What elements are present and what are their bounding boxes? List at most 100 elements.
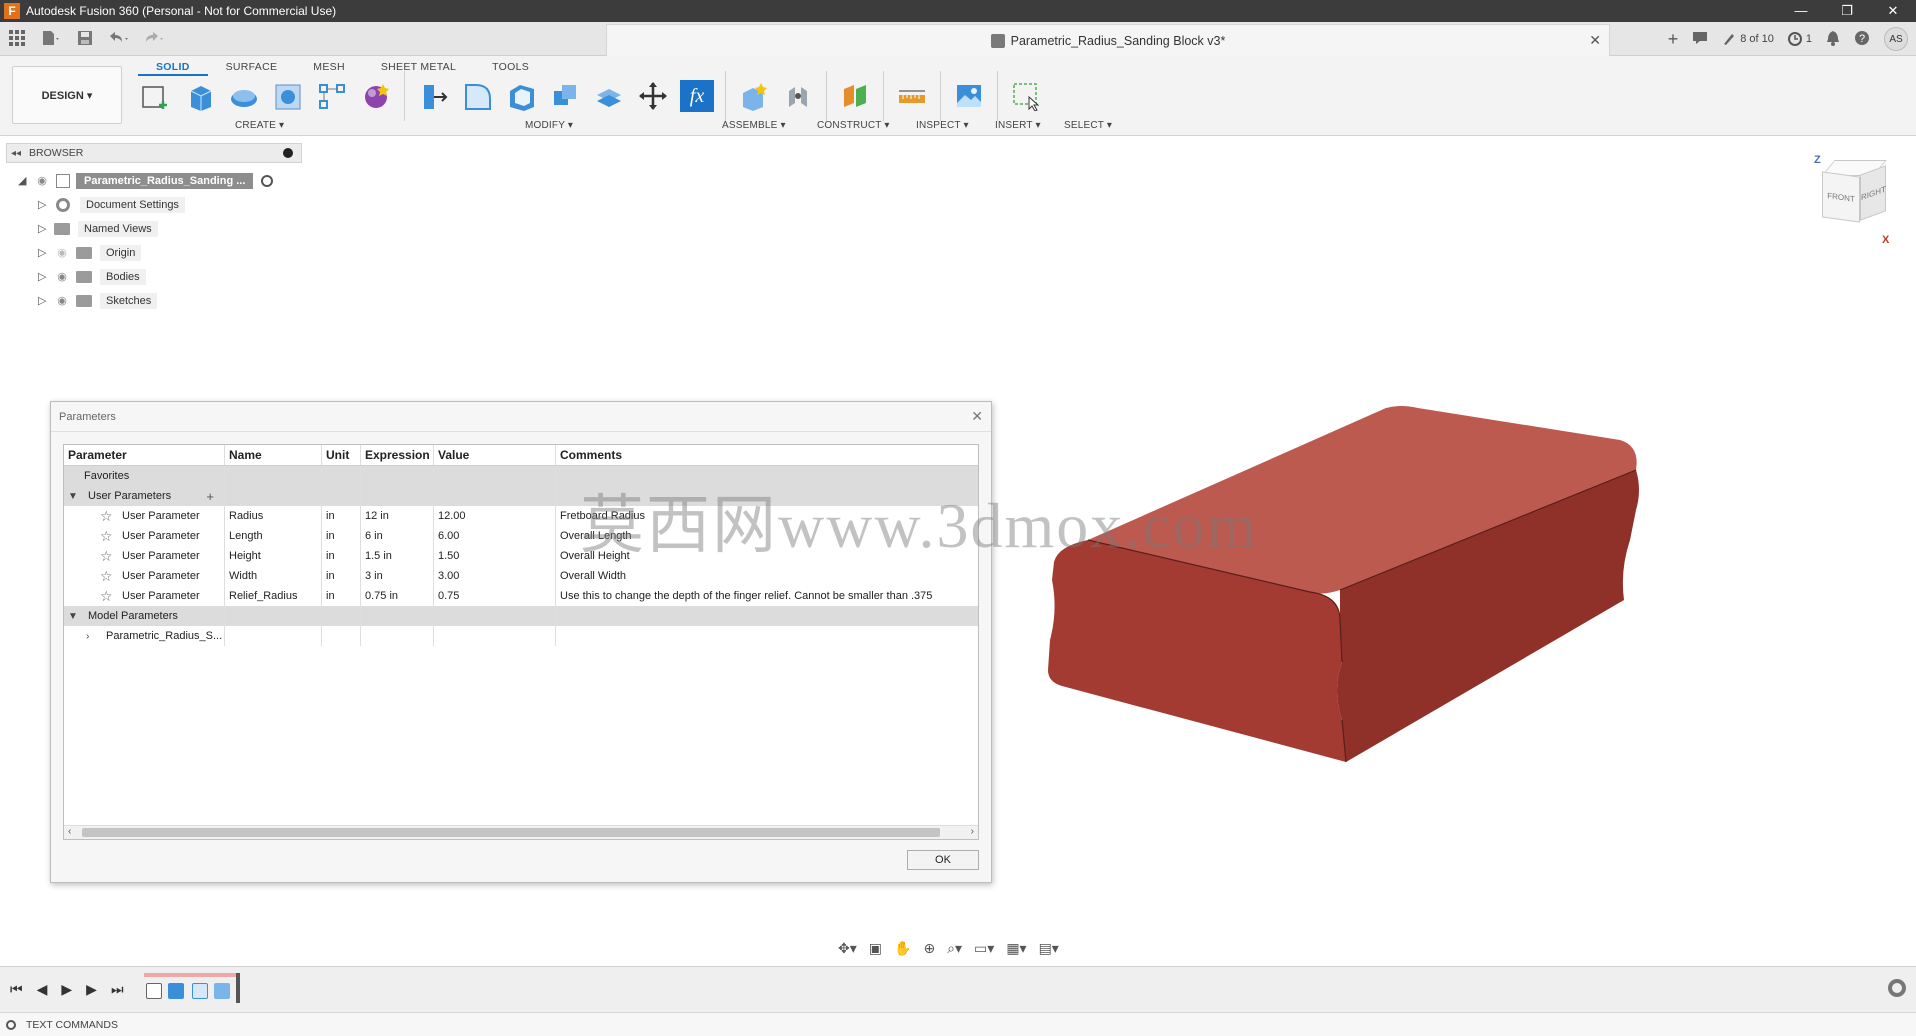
param-unit[interactable]: in (322, 586, 361, 606)
display-settings-icon[interactable]: ▭▾ (974, 940, 994, 957)
measure-button[interactable] (894, 79, 930, 113)
param-expression[interactable]: 3 in (361, 566, 434, 586)
param-unit[interactable]: in (322, 506, 361, 526)
undo-icon[interactable] (108, 27, 130, 49)
collapse-chevron-icon[interactable]: ▼ (68, 491, 82, 502)
expand-triangle-icon[interactable]: ▷ (38, 224, 48, 235)
collapse-chevron-icon[interactable]: ▼ (68, 611, 82, 622)
insert-menu[interactable]: INSERT ▾ (995, 120, 1041, 131)
play-icon[interactable]: ▶ (61, 981, 72, 998)
param-name[interactable]: Relief_Radius (225, 586, 322, 606)
view-cube-front[interactable]: FRONT (1822, 171, 1860, 223)
close-document-icon[interactable]: ✕ (1589, 32, 1601, 49)
step-forward-icon[interactable]: ▶ (86, 981, 97, 998)
go-to-start-icon[interactable]: ⏮ (10, 981, 23, 998)
split-face-button[interactable] (591, 79, 627, 113)
bell-icon[interactable] (1826, 30, 1840, 49)
expand-triangle-icon[interactable]: ▷ (38, 248, 48, 259)
column-header[interactable]: Parameter (64, 445, 225, 465)
visibility-eye-icon[interactable]: ◉ (54, 296, 70, 307)
view-cube-right[interactable]: RIGHT (1860, 165, 1886, 221)
table-row[interactable]: ☆ User Parameter Relief_Radius in 0.75 in… (64, 586, 978, 606)
pan-hand-icon[interactable]: ✋ (894, 940, 911, 957)
scroll-left-icon[interactable]: ‹ (68, 826, 71, 837)
visibility-eye-icon[interactable]: ◉ (54, 272, 70, 283)
zoom-window-icon[interactable]: ⊕ (923, 940, 935, 957)
change-parameters-button[interactable]: fx (679, 79, 715, 113)
create-form-button[interactable] (358, 79, 394, 113)
inspect-menu[interactable]: INSPECT ▾ (916, 120, 969, 131)
create-menu[interactable]: CREATE ▾ (235, 120, 284, 131)
add-user-parameter-icon[interactable]: + (206, 489, 214, 504)
param-unit[interactable]: in (322, 566, 361, 586)
tab-sheet-metal[interactable]: SHEET METAL (363, 58, 474, 76)
document-tab[interactable]: Parametric_Radius_Sanding Block v3* ✕ (606, 24, 1610, 56)
favorite-star-icon[interactable]: ☆ (100, 588, 116, 605)
notifications-clock[interactable]: 1 (1787, 32, 1812, 46)
workspace-switcher[interactable]: DESIGN ▾ (12, 66, 122, 124)
param-expression[interactable]: 1.5 in (361, 546, 434, 566)
favorite-star-icon[interactable]: ☆ (100, 568, 116, 585)
create-sketch-button[interactable] (138, 79, 174, 113)
close-window-button[interactable]: ✕ (1870, 0, 1916, 22)
tab-tools[interactable]: TOOLS (474, 58, 547, 76)
timeline-extrude-icon[interactable] (168, 983, 184, 999)
expand-chevron-icon[interactable]: › (86, 631, 100, 642)
file-menu-icon[interactable] (40, 27, 62, 49)
collapse-triangle-icon[interactable]: ◢ (18, 176, 28, 187)
move-copy-button[interactable] (635, 79, 671, 113)
combine-button[interactable] (547, 79, 583, 113)
restore-button[interactable]: ❐ (1824, 0, 1870, 22)
column-header[interactable]: Value (434, 445, 556, 465)
viewports-icon[interactable]: ▤▾ (1039, 940, 1059, 957)
timeline-track[interactable] (144, 973, 240, 1003)
comments-icon[interactable] (1692, 31, 1708, 48)
timeline-marker[interactable] (236, 973, 240, 1003)
go-to-end-icon[interactable]: ⏭ (111, 981, 124, 998)
param-unit[interactable]: in (322, 526, 361, 546)
new-component-button[interactable] (736, 79, 772, 113)
horizontal-scrollbar[interactable]: ‹ › (64, 825, 978, 839)
redo-icon[interactable] (142, 27, 164, 49)
data-panel-grid-icon[interactable] (6, 27, 28, 49)
param-name[interactable]: Radius (225, 506, 322, 526)
favorite-star-icon[interactable]: ☆ (100, 508, 116, 525)
param-name[interactable]: Length (225, 526, 322, 546)
fillet-button[interactable] (459, 79, 495, 113)
param-expression[interactable]: 6 in (361, 526, 434, 546)
table-row[interactable]: › Parametric_Radius_S... (64, 626, 978, 646)
tab-solid[interactable]: SOLID (138, 58, 208, 76)
zoom-icon[interactable]: ⌕▾ (947, 940, 962, 957)
user-avatar[interactable]: AS (1884, 27, 1908, 51)
browser-item-sketches[interactable]: ▷ ◉ Sketches (38, 290, 158, 312)
favorite-star-icon[interactable]: ☆ (100, 528, 116, 545)
column-header[interactable]: Unit (322, 445, 361, 465)
revolve-button[interactable] (226, 79, 262, 113)
text-commands-bar[interactable]: TEXT COMMANDS (0, 1012, 1916, 1036)
param-unit[interactable]: in (322, 546, 361, 566)
param-comment[interactable]: Overall Width (556, 566, 978, 586)
param-comment[interactable]: Use this to change the depth of the fing… (556, 586, 978, 606)
view-cube[interactable]: Z FRONT RIGHT X (1812, 154, 1892, 246)
save-icon[interactable] (74, 27, 96, 49)
favorite-star-icon[interactable]: ☆ (100, 548, 116, 565)
param-expression[interactable]: 12 in (361, 506, 434, 526)
select-button[interactable] (1008, 79, 1044, 113)
table-row[interactable]: ☆ User Parameter Width in 3 in 3.00 Overa… (64, 566, 978, 586)
visibility-eye-icon[interactable]: ◉ (54, 248, 70, 259)
param-name[interactable]: Width (225, 566, 322, 586)
shell-button[interactable] (503, 79, 539, 113)
help-icon[interactable]: ? (1854, 30, 1870, 49)
column-header[interactable]: Comments (556, 445, 978, 465)
expand-triangle-icon[interactable]: ▷ (38, 200, 48, 211)
look-at-icon[interactable]: ▣ (869, 940, 882, 957)
timeline-fillet-icon[interactable] (192, 983, 208, 999)
visibility-eye-icon[interactable]: ◉ (34, 176, 50, 187)
dialog-close-icon[interactable]: ✕ (971, 408, 983, 425)
column-header[interactable]: Name (225, 445, 322, 465)
timeline-settings-gear-icon[interactable] (1888, 979, 1906, 997)
browser-item-named-views[interactable]: ▷ Named Views (38, 218, 158, 240)
pattern-button[interactable] (314, 79, 350, 113)
browser-header[interactable]: ◂◂ BROWSER (6, 143, 302, 163)
collapse-browser-icon[interactable]: ◂◂ (11, 148, 21, 159)
